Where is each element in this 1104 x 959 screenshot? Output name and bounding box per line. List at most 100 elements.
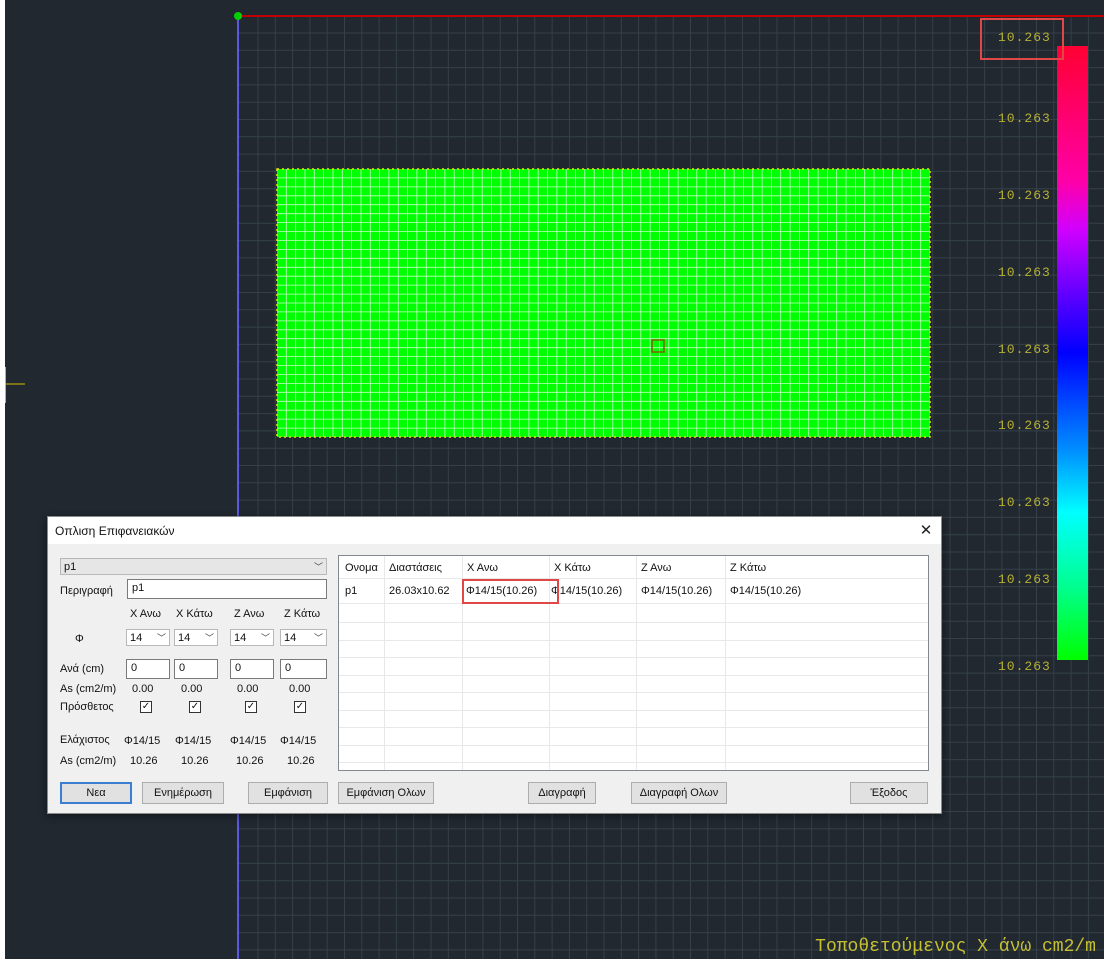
description-label: Περιγραφή bbox=[60, 585, 113, 597]
cell-highlight-box bbox=[462, 579, 559, 604]
table-header-dimensions[interactable]: Διαστάσεις bbox=[389, 562, 442, 574]
legend-value: 10.263 bbox=[998, 265, 1051, 280]
additional-checkbox-z-bottom[interactable]: ✓ bbox=[294, 701, 306, 713]
phi-value: 14 bbox=[178, 632, 191, 644]
delete-all-button[interactable]: Διαγραφή Ολων bbox=[631, 782, 727, 804]
minimum-value: Φ14/15 bbox=[230, 735, 267, 747]
table-header-x-top[interactable]: Χ Ανω bbox=[467, 562, 498, 574]
as2-label: As (cm2/m) bbox=[60, 755, 117, 767]
table-header-z-bottom[interactable]: Ζ Κάτω bbox=[730, 562, 766, 574]
new-button[interactable]: Νεα bbox=[60, 782, 132, 804]
surface-select[interactable]: p1 ﹀ bbox=[60, 558, 327, 575]
as-value: 0.00 bbox=[132, 683, 154, 695]
table-gridline bbox=[339, 762, 928, 763]
delete-button[interactable]: Διαγραφή bbox=[528, 782, 596, 804]
table-header-name[interactable]: Ονομα bbox=[345, 562, 378, 574]
close-icon[interactable]: ✕ bbox=[911, 517, 941, 544]
table-gridline bbox=[339, 603, 928, 604]
table-gridline bbox=[339, 727, 928, 728]
table-gridline bbox=[339, 578, 928, 579]
legend-value: 10.263 bbox=[998, 342, 1051, 357]
as2-value: 10.26 bbox=[181, 755, 209, 767]
spacing-input-z-top[interactable]: 0 bbox=[230, 659, 274, 679]
as-value: 0.00 bbox=[289, 683, 311, 695]
additional-checkbox-x-bottom[interactable]: ✓ bbox=[189, 701, 201, 713]
table-cell-z-bottom[interactable]: Φ14/15(10.26) bbox=[730, 585, 801, 597]
phi-value: 14 bbox=[284, 632, 297, 644]
as-value: 0.00 bbox=[237, 683, 259, 695]
minimum-value: Φ14/15 bbox=[124, 735, 161, 747]
additional-label: Πρόσθετος bbox=[60, 701, 114, 713]
table-gridline bbox=[339, 710, 928, 711]
table-gridline bbox=[339, 622, 928, 623]
chevron-down-icon: ﹀ bbox=[204, 633, 214, 643]
phi-label: Φ bbox=[75, 633, 84, 645]
table-gridline bbox=[339, 745, 928, 746]
minimum-value: Φ14/15 bbox=[280, 735, 317, 747]
table-gridline bbox=[636, 556, 637, 770]
exit-button[interactable]: Έξοδος bbox=[850, 782, 928, 804]
additional-checkbox-x-top[interactable]: ✓ bbox=[140, 701, 152, 713]
legend-value: 10.263 bbox=[998, 30, 1051, 45]
spacing-input-x-top[interactable]: 0 bbox=[126, 659, 170, 679]
cad-caption: Τοποθετούμενος Χ άνω cm2/m bbox=[815, 937, 1096, 957]
color-scale-bar bbox=[1057, 46, 1088, 660]
cad-viewport[interactable]: 10.263 10.263 10.263 10.263 10.263 10.26… bbox=[5, 0, 1104, 959]
phi-select-z-bottom[interactable]: 14 ﹀ bbox=[280, 629, 327, 646]
phi-select-z-top[interactable]: 14 ﹀ bbox=[230, 629, 274, 646]
description-input[interactable]: p1 bbox=[127, 579, 327, 599]
surface-reinforcement-dialog: Οπλιση Επιφανειακών ✕ p1 ﹀ Περιγραφή p1 … bbox=[47, 516, 942, 814]
legend-value: 10.263 bbox=[998, 188, 1051, 203]
chevron-down-icon: ﹀ bbox=[156, 633, 166, 643]
table-cell-z-top[interactable]: Φ14/15(10.26) bbox=[641, 585, 712, 597]
table-gridline bbox=[384, 556, 385, 770]
table-gridline bbox=[339, 657, 928, 658]
show-button[interactable]: Εμφάνιση bbox=[248, 782, 328, 804]
col-header-x-top: Χ Ανω bbox=[130, 608, 162, 620]
dialog-title: Οπλιση Επιφανειακών bbox=[55, 524, 175, 538]
phi-select-x-bottom[interactable]: 14 ﹀ bbox=[174, 629, 218, 646]
legend-value: 10.263 bbox=[998, 495, 1051, 510]
col-header-z-bottom: Ζ Κάτω bbox=[284, 608, 321, 620]
legend-value: 10.263 bbox=[998, 659, 1051, 674]
cad-drawing bbox=[5, 12, 1104, 959]
table-cell-name[interactable]: p1 bbox=[345, 585, 357, 597]
legend-value: 10.263 bbox=[998, 111, 1051, 126]
update-button[interactable]: Ενημέρωση bbox=[142, 782, 224, 804]
table-gridline bbox=[339, 692, 928, 693]
chevron-down-icon: ﹀ bbox=[260, 633, 270, 643]
minimum-label: Ελάχιστος bbox=[60, 734, 110, 746]
legend-value: 10.263 bbox=[998, 572, 1051, 587]
spacing-input-x-bottom[interactable]: 0 bbox=[174, 659, 218, 679]
surfaces-table[interactable]: Ονομα Διαστάσεις Χ Ανω Χ Κάτω Ζ Ανω Ζ Κά… bbox=[338, 555, 929, 771]
chevron-down-icon: ﹀ bbox=[313, 633, 323, 643]
as-label: As (cm2/m) bbox=[60, 683, 117, 695]
phi-value: 14 bbox=[130, 632, 143, 644]
as-value: 0.00 bbox=[181, 683, 203, 695]
surface-select-value: p1 bbox=[64, 561, 77, 573]
col-header-z-top: Ζ Ανω bbox=[234, 608, 265, 620]
additional-checkbox-z-top[interactable]: ✓ bbox=[245, 701, 257, 713]
as2-value: 10.26 bbox=[287, 755, 315, 767]
phi-select-x-top[interactable]: 14 ﹀ bbox=[126, 629, 170, 646]
col-header-x-bottom: Χ Κάτω bbox=[176, 608, 213, 620]
table-gridline bbox=[339, 675, 928, 676]
show-all-button[interactable]: Εμφάνιση Ολων bbox=[338, 782, 434, 804]
origin-point bbox=[234, 12, 242, 20]
chevron-down-icon: ﹀ bbox=[313, 562, 323, 572]
spacing-input-z-bottom[interactable]: 0 bbox=[280, 659, 327, 679]
as2-value: 10.26 bbox=[130, 755, 158, 767]
table-header-z-top[interactable]: Ζ Ανω bbox=[641, 562, 671, 574]
table-gridline bbox=[339, 640, 928, 641]
minimum-value: Φ14/15 bbox=[175, 735, 212, 747]
spacing-label: Ανά (cm) bbox=[60, 663, 105, 675]
legend-value: 10.263 bbox=[998, 418, 1051, 433]
phi-value: 14 bbox=[234, 632, 247, 644]
cad-grid-lines bbox=[238, 16, 1104, 959]
table-header-x-bottom[interactable]: Χ Κάτω bbox=[554, 562, 591, 574]
as2-value: 10.26 bbox=[236, 755, 264, 767]
table-gridline bbox=[725, 556, 726, 770]
table-cell-x-bottom[interactable]: Φ14/15(10.26) bbox=[551, 585, 622, 597]
dialog-titlebar[interactable]: Οπλιση Επιφανειακών ✕ bbox=[48, 517, 941, 544]
table-cell-dimensions[interactable]: 26.03x10.62 bbox=[389, 585, 450, 597]
